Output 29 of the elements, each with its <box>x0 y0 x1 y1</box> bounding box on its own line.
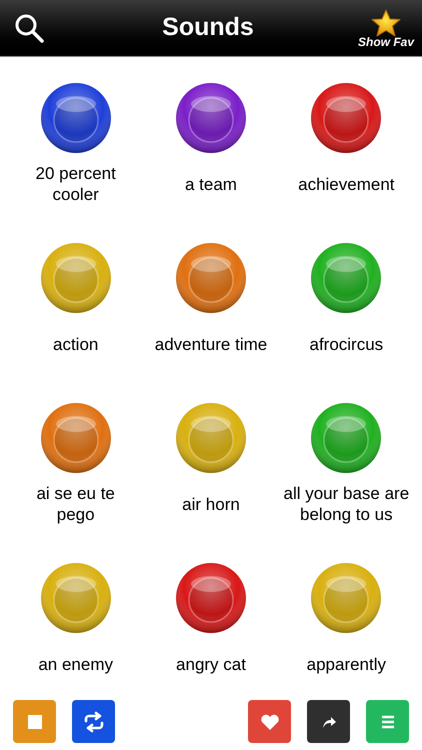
repeat-button[interactable] <box>72 700 115 743</box>
sound-label: apparently <box>306 654 388 674</box>
sound-button[interactable] <box>174 562 247 634</box>
star-icon <box>370 8 401 36</box>
sound-button[interactable] <box>310 242 382 314</box>
sound-label: action <box>52 334 100 354</box>
screen-title: Sounds <box>162 12 254 44</box>
sound-label: a team <box>184 174 238 194</box>
sound-button[interactable] <box>174 242 247 314</box>
sound-label: angry cat <box>175 654 247 674</box>
show-fav-button[interactable]: Show Fav <box>358 8 414 48</box>
heart-button[interactable] <box>248 700 291 743</box>
sound-label: all your base are belong to us <box>282 483 410 525</box>
sound-label: afrocircus <box>308 334 384 354</box>
search-icon[interactable] <box>14 13 44 43</box>
sound-button[interactable] <box>40 402 112 474</box>
sound-label: adventure time <box>154 334 268 354</box>
sound-button[interactable] <box>310 402 382 474</box>
sound-label: ai se eu te pego <box>35 483 116 525</box>
sound-label: an enemy <box>37 654 114 674</box>
stop-button[interactable] <box>13 700 56 743</box>
sound-label: achievement <box>297 174 396 194</box>
sound-button[interactable] <box>174 82 247 154</box>
menu-button[interactable] <box>366 700 409 743</box>
share-button[interactable] <box>307 700 350 743</box>
sound-button[interactable] <box>310 82 382 154</box>
sound-label: air horn <box>181 494 241 514</box>
sound-button[interactable] <box>40 82 112 154</box>
sound-label: 20 percent cooler <box>34 163 117 205</box>
